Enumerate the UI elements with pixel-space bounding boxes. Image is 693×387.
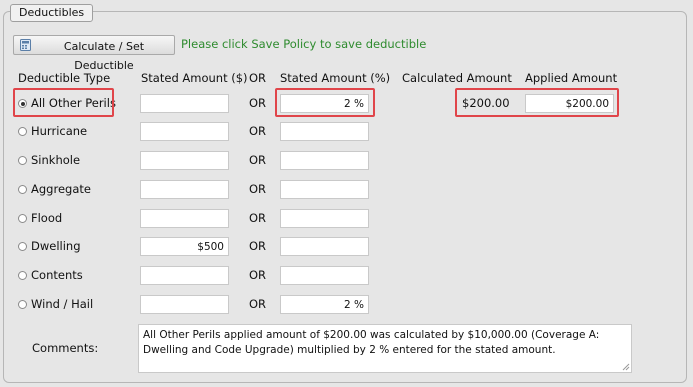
- stated-dollar-input[interactable]: [140, 266, 229, 285]
- deductible-row-wind-hail[interactable]: Wind / Hail: [18, 297, 93, 311]
- radio-button[interactable]: [18, 185, 27, 194]
- deductible-row-dwelling[interactable]: Dwelling: [18, 239, 81, 253]
- highlight-box-stated-percent: [275, 88, 375, 117]
- radio-button[interactable]: [18, 214, 27, 223]
- stated-percent-input[interactable]: [280, 295, 369, 314]
- or-label: OR: [249, 124, 267, 138]
- radio-button[interactable]: [18, 127, 27, 136]
- stated-dollar-input[interactable]: [140, 295, 229, 314]
- header-stated-amount-dollar: Stated Amount ($): [141, 71, 248, 85]
- row-label: Hurricane: [31, 124, 88, 138]
- stated-percent-input[interactable]: [280, 209, 369, 228]
- resize-grip-icon[interactable]: [622, 363, 630, 371]
- deductible-row-hurricane[interactable]: Hurricane: [18, 124, 87, 138]
- or-label: OR: [249, 182, 267, 196]
- section-title: Deductibles: [10, 4, 94, 22]
- calculate-button-label: Calculate / Set Deductible: [63, 40, 145, 72]
- deductible-row-contents[interactable]: Contents: [18, 268, 83, 282]
- header-applied-amount: Applied Amount: [525, 71, 618, 85]
- highlight-box-amounts: [455, 88, 619, 117]
- comments-textarea[interactable]: All Other Perils applied amount of $200.…: [138, 324, 632, 373]
- stated-percent-input[interactable]: [280, 122, 369, 141]
- or-label: OR: [249, 153, 267, 167]
- header-calculated-amount: Calculated Amount: [402, 71, 512, 85]
- radio-button[interactable]: [18, 300, 27, 309]
- row-label: Dwelling: [31, 239, 81, 253]
- stated-dollar-input[interactable]: [140, 151, 229, 170]
- header-stated-amount-percent: Stated Amount (%): [280, 71, 391, 85]
- stated-dollar-input[interactable]: [140, 237, 229, 256]
- stated-dollar-input[interactable]: [140, 209, 229, 228]
- save-policy-note: Please click Save Policy to save deducti…: [181, 37, 427, 51]
- stated-percent-input[interactable]: [280, 151, 369, 170]
- row-label: Aggregate: [31, 182, 91, 196]
- or-label: OR: [249, 211, 267, 225]
- radio-button[interactable]: [18, 271, 27, 280]
- deductible-row-sinkhole[interactable]: Sinkhole: [18, 153, 80, 167]
- or-label: OR: [249, 268, 267, 282]
- stated-dollar-input[interactable]: [140, 122, 229, 141]
- highlight-box-deductible-type: [13, 88, 114, 117]
- calculator-icon: [20, 39, 31, 51]
- stated-percent-input[interactable]: [280, 237, 369, 256]
- or-label: OR: [249, 239, 267, 253]
- row-label: Wind / Hail: [31, 297, 94, 311]
- stated-dollar-input[interactable]: [140, 94, 229, 113]
- row-label: Contents: [31, 268, 83, 282]
- calculate-set-deductible-button[interactable]: Calculate / Set Deductible: [13, 35, 175, 72]
- stated-dollar-input[interactable]: [140, 180, 229, 199]
- stated-percent-input[interactable]: [280, 180, 369, 199]
- or-label: OR: [249, 96, 267, 110]
- deductible-row-flood[interactable]: Flood: [18, 211, 62, 225]
- comments-label: Comments:: [32, 341, 99, 355]
- or-label: OR: [249, 297, 267, 311]
- radio-button[interactable]: [18, 242, 27, 251]
- stated-percent-input[interactable]: [280, 266, 369, 285]
- header-or: OR: [249, 71, 267, 85]
- row-label: Sinkhole: [31, 153, 81, 167]
- header-deductible-type: Deductible Type: [18, 71, 111, 85]
- row-label: Flood: [31, 211, 63, 225]
- deductible-row-aggregate[interactable]: Aggregate: [18, 182, 91, 196]
- radio-button[interactable]: [18, 156, 27, 165]
